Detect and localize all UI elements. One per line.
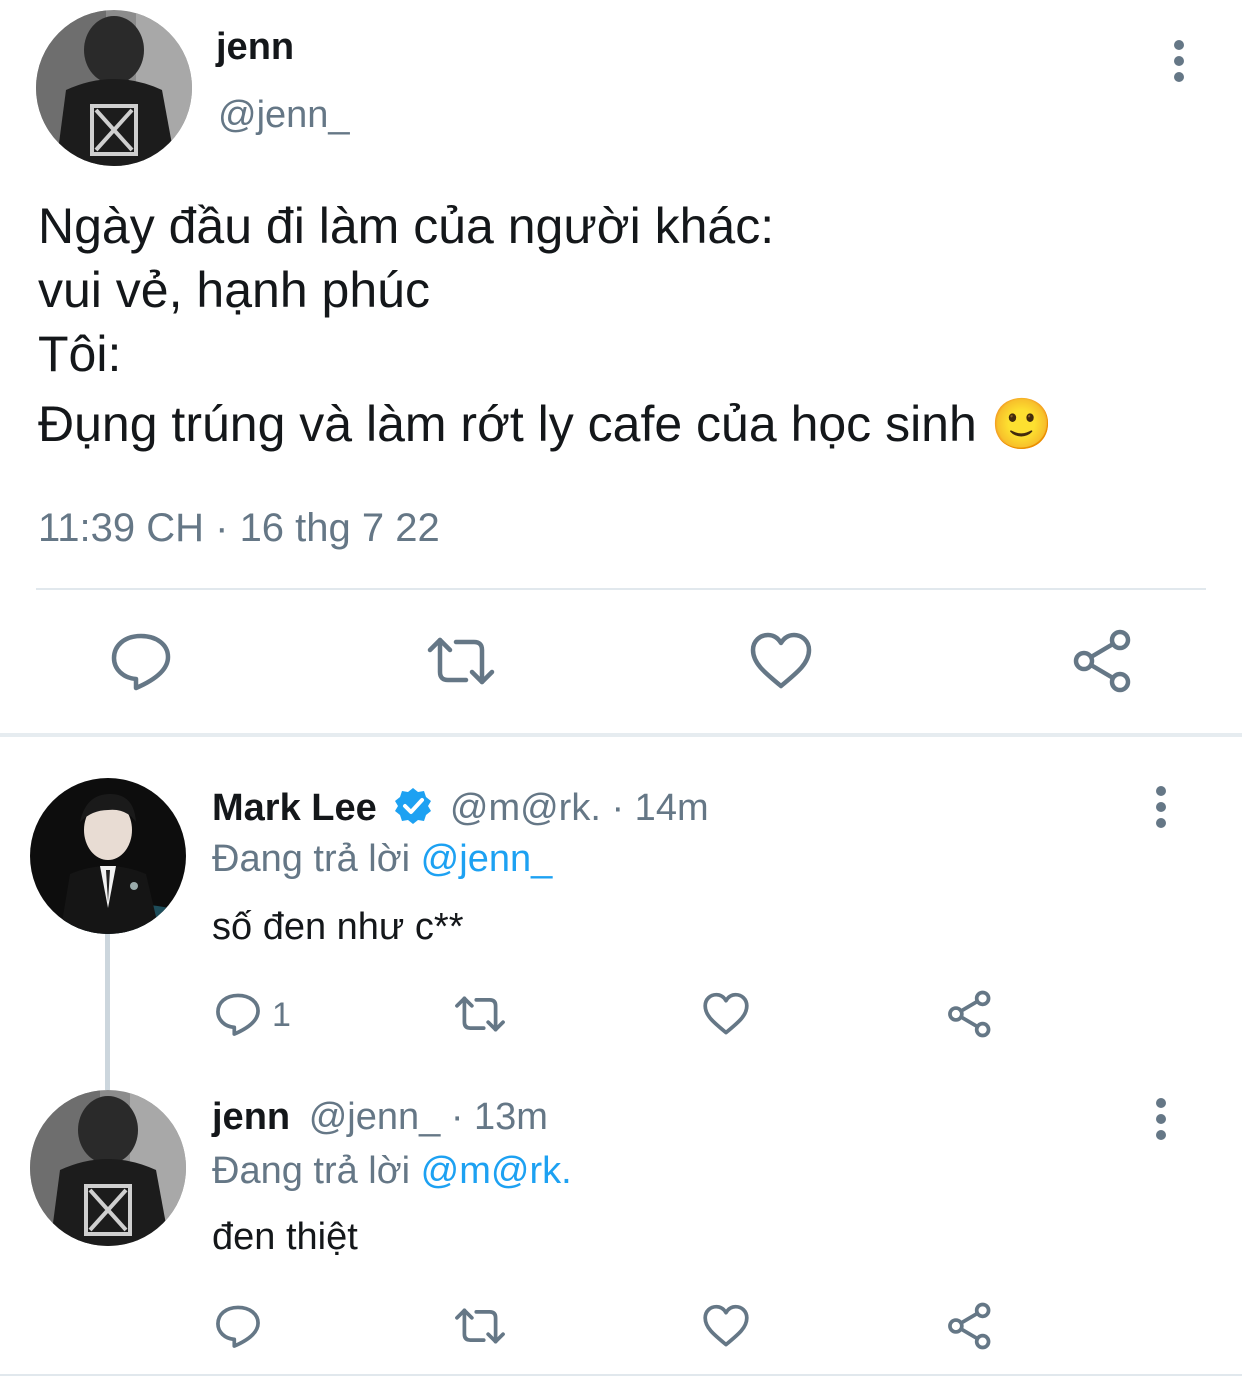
share-icon[interactable] [944,988,996,1040]
divider [36,588,1206,590]
thread-connector [105,932,110,1090]
reply-author-handle[interactable]: @jenn_ [309,1096,441,1138]
reply-author-name[interactable]: Mark Lee [212,787,377,829]
reply-avatar[interactable] [30,778,186,934]
reply-text: đen thiệt [212,1216,358,1258]
divider [0,1374,1242,1376]
like-icon[interactable] [700,988,752,1040]
reply-avatar[interactable] [30,1090,186,1246]
reply-icon[interactable] [106,626,176,696]
like-icon[interactable] [746,626,816,696]
reply-time: · 13m [450,1096,548,1138]
reply-count: 1 [272,996,291,1034]
replying-prefix: Đang trả lời [212,838,411,880]
reply-icon[interactable] [212,1300,264,1352]
reply-time: · 14m [611,787,709,829]
author-name[interactable]: jenn [216,26,294,69]
share-icon[interactable] [944,1300,996,1352]
tweet-line: Đụng trúng và làm rớt ly cafe của học si… [38,396,1053,452]
more-options-icon[interactable] [1146,784,1176,830]
section-divider [0,733,1242,737]
share-icon[interactable] [1068,626,1138,696]
reply-author-name[interactable]: jenn [212,1096,290,1138]
replying-to-link[interactable]: @jenn_ [421,838,553,880]
reply-text: số đen như c** [212,906,464,948]
reply-icon[interactable] [212,988,264,1040]
tweet-line: Tôi: [38,326,122,382]
reply-author-handle[interactable]: @m@rk. [450,787,601,829]
author-avatar[interactable] [36,10,192,166]
retweet-icon[interactable] [426,626,496,696]
retweet-icon[interactable] [454,988,506,1040]
like-icon[interactable] [700,1300,752,1352]
replying-to: Đang trả lời @m@rk. [212,1150,572,1193]
replying-to-link[interactable]: @m@rk. [421,1150,572,1192]
tweet-timestamp[interactable]: 11:39 CH · 16 thg 7 22 [38,506,440,551]
replying-to: Đang trả lời @jenn_ [212,838,552,881]
more-options-icon[interactable] [1146,1096,1176,1142]
author-handle[interactable]: @jenn_ [218,94,350,137]
reply-header: jenn @jenn_ · 13m [212,1096,548,1139]
replying-prefix: Đang trả lời [212,1150,411,1192]
retweet-icon[interactable] [454,1300,506,1352]
tweet-line: vui vẻ, hạnh phúc [38,262,430,318]
tweet-text: Ngày đầu đi làm của người khác: vui vẻ, … [38,194,1053,456]
tweet-line: Ngày đầu đi làm của người khác: [38,198,775,254]
reply-header: Mark Lee @m@rk. · 14m [212,786,709,836]
verified-badge-icon [393,786,433,836]
more-options-icon[interactable] [1164,38,1194,84]
